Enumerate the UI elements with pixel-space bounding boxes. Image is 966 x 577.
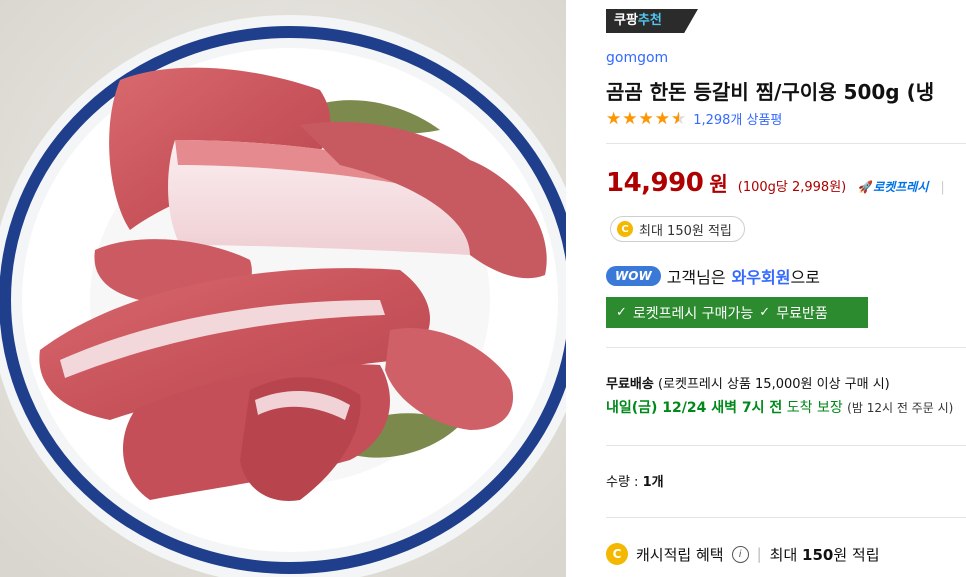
delivery-date: 내일(금) 12/24 새벽 7시 전 — [606, 400, 783, 416]
free-shipping-label: 무료배송 — [606, 377, 654, 392]
divider — [606, 347, 966, 348]
price-separator: | — [940, 180, 945, 195]
cash-coin-icon: C — [606, 543, 628, 565]
cash-reward-row: C 캐시적립 혜택 i | 최대 150원 적립 — [606, 543, 880, 565]
pork-ribs-photo — [0, 0, 566, 577]
wow-suffix: 으로 — [790, 268, 820, 287]
coupang-recommend-badge: 쿠팡추천 — [606, 9, 698, 33]
delivery-eta: 내일(금) 12/24 새벽 7시 전 도착 보장 (밤 12시 전 주문 시) — [606, 397, 953, 417]
check-icon: ✓ — [759, 305, 771, 320]
rocket-icon: 🚀 — [858, 180, 874, 194]
product-info-panel: 쿠팡추천 gomgom 곰곰 한돈 등갈비 찜/구이용 500g (냉 ★★★★… — [606, 0, 966, 577]
benefit-free-return: 무료반품 — [776, 305, 828, 322]
cash-reward-label: 캐시적립 혜택 — [636, 545, 724, 564]
cash-separator: | — [756, 545, 762, 563]
divider — [606, 445, 966, 446]
divider — [606, 143, 966, 144]
wow-membership-row: WOW 고객님은 와우회원으로 — [606, 264, 820, 288]
info-icon[interactable]: i — [731, 545, 749, 563]
shipping-info: 무료배송 (로켓프레시 상품 15,000원 이상 구매 시) — [606, 373, 890, 392]
cash-amount: 150 — [802, 545, 834, 564]
product-title: 곰곰 한돈 등갈비 찜/구이용 500g (냉 — [606, 80, 935, 104]
coin-icon: C — [617, 221, 633, 237]
delivery-guarantee: 도착 보장 — [786, 400, 843, 416]
wow-badge: WOW — [606, 266, 661, 286]
quantity-row: 수량 : 1개 — [606, 471, 664, 490]
brand-link[interactable]: gomgom — [606, 50, 668, 66]
product-image[interactable] — [0, 0, 566, 577]
star-rating-icon: ★★★★★ ★★★★★ — [606, 108, 688, 129]
badge-part1: 쿠팡 — [614, 13, 638, 28]
rating-row[interactable]: ★★★★★ ★★★★★ 1,298개 상품평 — [606, 108, 782, 129]
divider — [606, 517, 966, 518]
wow-prefix: 고객님은 — [666, 268, 726, 287]
reward-chip[interactable]: C 최대 150원 적립 — [610, 216, 745, 242]
badge-part2: 추천 — [637, 13, 662, 28]
cash-suffix: 원 적립 — [833, 545, 880, 564]
cash-prefix: 최대 — [769, 545, 798, 564]
free-shipping-detail: (로켓프레시 상품 15,000원 이상 구매 시) — [657, 377, 890, 392]
rocket-fresh-badge: 🚀로켓프레시 — [858, 178, 928, 195]
check-icon: ✓ — [616, 305, 627, 320]
sale-price: 14,990 — [606, 168, 704, 198]
quantity-value: 1개 — [642, 475, 664, 490]
price-currency: 원 — [709, 172, 728, 196]
wow-benefits-box: ✓ 로켓프레시 구매가능 ✓ 무료반품 — [606, 297, 868, 328]
wow-member-link[interactable]: 와우회원 — [732, 268, 791, 287]
unit-price: (100g당 2,998원) — [737, 180, 847, 195]
delivery-note: (밤 12시 전 주문 시) — [847, 401, 954, 415]
price-row: 14,990 원 (100g당 2,998원) 🚀로켓프레시 | — [606, 168, 945, 198]
review-count-link[interactable]: 1,298개 상품평 — [693, 109, 782, 128]
rocket-fresh-label: 로켓프레시 — [873, 180, 929, 194]
quantity-label: 수량 : — [606, 475, 639, 490]
reward-chip-text: 최대 150원 적립 — [639, 223, 732, 239]
benefit-rocket-fresh: 로켓프레시 구매가능 — [632, 305, 754, 322]
